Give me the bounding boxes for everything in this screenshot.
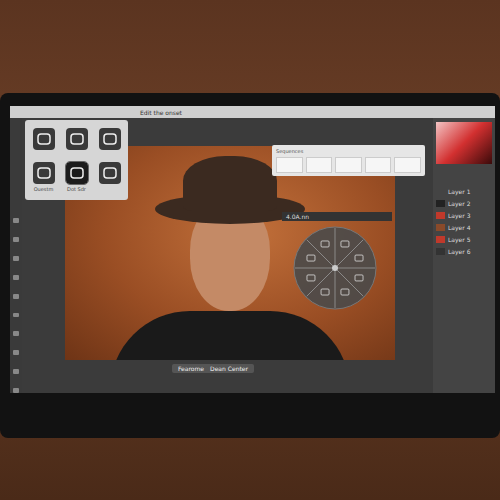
- panel-cell[interactable]: [394, 157, 421, 173]
- palette-tool[interactable]: [62, 128, 91, 158]
- right-panel: Layer 1 Layer 2 Layer 3 Layer 4 Layer 5 …: [433, 118, 495, 393]
- bottom-bar-item[interactable]: Fearome: [178, 365, 204, 372]
- layer-row[interactable]: Layer 2: [436, 199, 492, 208]
- tool-icon: [33, 128, 55, 150]
- bottom-bar: Fearome Dean Center: [172, 364, 254, 373]
- layer-row[interactable]: Layer 6: [436, 247, 492, 256]
- layer-row[interactable]: Layer 5: [436, 235, 492, 244]
- layer-name: Layer 4: [448, 224, 470, 231]
- tool-icon[interactable]: [13, 218, 19, 223]
- tool-icon[interactable]: [13, 256, 19, 261]
- layer-row[interactable]: Layer 3: [436, 211, 492, 220]
- tool-icon[interactable]: [13, 313, 19, 318]
- tool-icon: [66, 128, 88, 150]
- palette-tool[interactable]: [95, 128, 124, 158]
- screen: Edit the onset Fearome Dean Center Layer …: [10, 106, 495, 393]
- panel-cell[interactable]: [365, 157, 392, 173]
- tool-icon[interactable]: [13, 294, 19, 299]
- tool-icon: [66, 162, 88, 184]
- tool-icon[interactable]: [13, 331, 19, 336]
- tool-icon[interactable]: [13, 388, 19, 393]
- menu-title: Edit the onset: [140, 109, 182, 116]
- tool-palette: Ouestm Dot Sdr: [25, 120, 128, 200]
- tool-icon[interactable]: [13, 350, 19, 355]
- tool-icon: [33, 162, 55, 184]
- layer-name: Layer 5: [448, 236, 470, 243]
- panel-cell[interactable]: [335, 157, 362, 173]
- panel-cell[interactable]: [306, 157, 333, 173]
- layer-thumb: [436, 200, 445, 207]
- tool-icon: [99, 128, 121, 150]
- panel-title: Sequences: [276, 148, 421, 154]
- layer-thumb: [436, 224, 445, 231]
- layer-thumb: [436, 236, 445, 243]
- radial-menu[interactable]: [293, 226, 377, 310]
- palette-tool[interactable]: [29, 128, 58, 158]
- tool-icon[interactable]: [13, 369, 19, 374]
- top-panel: Sequences: [272, 145, 425, 176]
- layer-thumb: [436, 212, 445, 219]
- panel-cell[interactable]: [276, 157, 303, 173]
- tool-label: Ouestm: [34, 186, 54, 192]
- palette-tool[interactable]: [95, 162, 124, 192]
- layer-name: Layer 2: [448, 200, 470, 207]
- menu-bar: Edit the onset: [10, 106, 495, 118]
- layer-name: Layer 3: [448, 212, 470, 219]
- figure-body: [110, 311, 350, 360]
- radial-label: 4.0A.nn: [282, 212, 392, 221]
- tool-icon[interactable]: [13, 275, 19, 280]
- layer-row[interactable]: Layer 1: [436, 187, 492, 196]
- bottom-bar-item[interactable]: Dean Center: [210, 365, 248, 372]
- tool-icon: [99, 162, 121, 184]
- palette-tool[interactable]: Ouestm: [29, 162, 58, 192]
- left-toolbar: [10, 118, 22, 393]
- layer-name: Layer 1: [448, 188, 470, 195]
- layer-name: Layer 6: [448, 248, 470, 255]
- hat-top: [183, 156, 277, 211]
- palette-tool[interactable]: Dot Sdr: [62, 162, 91, 192]
- tablet: Edit the onset Fearome Dean Center Layer …: [0, 93, 500, 438]
- layer-thumb: [436, 248, 445, 255]
- tool-label: Dot Sdr: [67, 186, 86, 192]
- color-picker[interactable]: [436, 122, 492, 164]
- tool-icon[interactable]: [13, 237, 19, 242]
- layer-row[interactable]: Layer 4: [436, 223, 492, 232]
- layer-thumb: [436, 188, 445, 195]
